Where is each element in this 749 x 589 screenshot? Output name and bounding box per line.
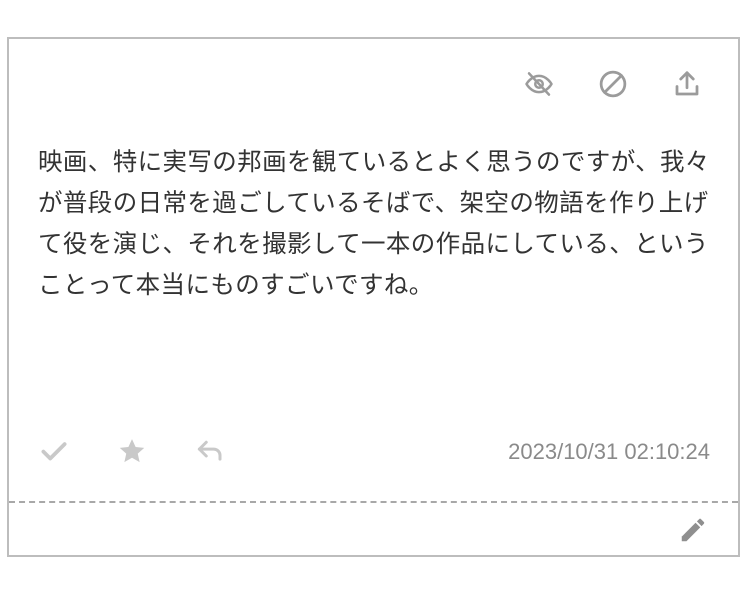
note-card: 映画、特に実写の邦画を観ているとよく思うのですが、我々が普段の日常を過ごしている…: [7, 37, 740, 557]
check-icon: [41, 442, 67, 461]
timestamp: 2023/10/31 02:10:24: [508, 439, 710, 464]
note-message: 映画、特に実写の邦画を観ているとよく思うのですが、我々が普段の日常を過ごしている…: [38, 147, 710, 299]
star-icon: [119, 439, 145, 463]
share-button[interactable]: [670, 67, 704, 101]
card-top-actions: [522, 67, 704, 101]
block-button[interactable]: [596, 67, 630, 101]
share-upload-icon: [675, 71, 699, 96]
edit-button[interactable]: [676, 513, 710, 547]
card-divider: [9, 501, 738, 503]
pencil-icon: [681, 518, 705, 542]
hide-button[interactable]: [522, 67, 556, 101]
reply-icon: [197, 440, 222, 461]
favorite-button[interactable]: [115, 434, 149, 468]
reply-button[interactable]: [193, 434, 227, 468]
mark-done-button[interactable]: [37, 434, 71, 468]
card-bottom-actions: [37, 434, 227, 468]
eye-off-icon: [525, 72, 553, 96]
block-icon: [599, 70, 627, 98]
